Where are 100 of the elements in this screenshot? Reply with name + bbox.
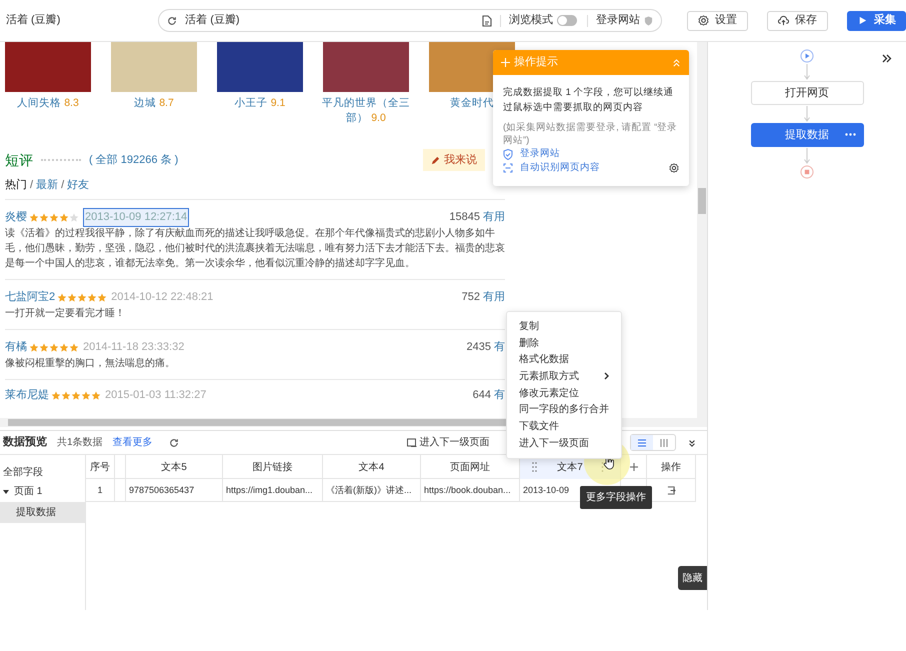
hide-button[interactable]: 隐藏 [678, 566, 707, 590]
menu-item[interactable]: 修改元素定位 [507, 384, 621, 402]
star-icon [51, 390, 61, 400]
vote-count: 752 [462, 290, 480, 306]
pencil-icon [431, 156, 440, 164]
collect-button[interactable]: 采集 [847, 10, 906, 30]
tip-note: (如采集网站数据需要登录, 请配置 “登录网站”) [503, 121, 678, 147]
login-site-link[interactable]: 登录网站 [596, 12, 640, 29]
menu-item[interactable]: 复制 [507, 318, 621, 335]
separator: / [30, 178, 34, 194]
next-level-button[interactable]: 进入下一级页面 [406, 435, 490, 450]
export-icon [666, 486, 676, 495]
chevron-right-icon [604, 372, 609, 380]
book-title[interactable]: 平凡的世界（全三部） 9.0 [316, 96, 416, 126]
star-icon [29, 342, 39, 352]
refresh-icon [168, 438, 179, 448]
star-icon [77, 292, 88, 302]
book-title[interactable]: 边城 8.7 [104, 96, 204, 111]
browse-mode-toggle[interactable] [557, 15, 577, 26]
column-header[interactable]: 文本5 [126, 455, 223, 479]
dotted-divider [41, 159, 81, 161]
menu-item[interactable]: 下载文件 [507, 418, 621, 435]
document-icon [482, 14, 492, 26]
star-icon [69, 342, 79, 352]
filter-tab[interactable]: 好友 [67, 177, 90, 194]
menu-item[interactable]: 元素抓取方式 [507, 368, 621, 385]
window-title: 活着 (豆瓣) [5, 12, 62, 28]
plus-icon [501, 58, 510, 67]
gear-icon [698, 15, 709, 26]
popup-link[interactable]: 登录网站 [520, 147, 560, 162]
add-column-icon [630, 463, 638, 471]
review-text: 像被闷棍重擊的胸口，無法喘息的痛。 [5, 356, 176, 371]
useful-link[interactable]: 有用 [483, 289, 505, 306]
useful-link[interactable]: 有用 [483, 209, 505, 226]
menu-item[interactable]: 同一字段的多行合并 [507, 401, 621, 418]
menu-item[interactable]: 删除 [507, 334, 621, 352]
user-name[interactable]: 莱布尼媞 [5, 387, 49, 404]
book-title[interactable]: 小王子 9.1 [210, 96, 310, 111]
filter-tab[interactable]: 最新 [36, 177, 58, 194]
write-comment-button[interactable]: 我来说 [423, 149, 485, 171]
view-more-link[interactable]: 查看更多 [112, 435, 153, 450]
review-time: 2014-10-12 22:48:21 [111, 290, 214, 306]
save-button[interactable]: 保存 [767, 10, 828, 30]
star-icon [71, 390, 81, 400]
review-time: 2015-01-03 11:32:27 [105, 388, 206, 404]
section-title: 短评 [5, 150, 33, 170]
columns-icon [659, 438, 669, 448]
column-header[interactable]: 图片链接 [223, 455, 323, 479]
table-cell: https://book.douban... [421, 479, 520, 502]
popup-link[interactable]: 自动识别网页内容 [520, 161, 600, 176]
column-header[interactable]: 文本4 [323, 455, 421, 479]
vote-count: 15845 [449, 210, 480, 226]
start-play-icon [800, 49, 814, 63]
user-name[interactable]: 七盐阿宝2 [5, 289, 56, 306]
star-icon [59, 342, 69, 352]
record-count: 共1条数据 [57, 436, 103, 450]
useful-link[interactable]: 有 [494, 387, 505, 404]
star-icon [29, 212, 39, 222]
filter-tab[interactable]: 热门 [5, 177, 27, 194]
star-icon [59, 212, 69, 222]
arrow-down-icon [804, 106, 810, 122]
comment-count[interactable]: ( 全部 192266 条 ) [89, 152, 178, 168]
star-icon [67, 292, 78, 302]
column-header[interactable]: 操作 [647, 455, 696, 479]
scan-icon [503, 162, 513, 174]
address-text: 活着 (豆瓣) [185, 12, 241, 28]
view-mode-button[interactable] [631, 435, 653, 450]
book-title[interactable]: 人间失格 8.3 [0, 96, 98, 111]
star-icon [87, 292, 98, 302]
separator: / [61, 178, 64, 194]
play-icon [857, 15, 868, 26]
menu-item[interactable]: 进入下一级页面 [507, 434, 621, 452]
shield-icon [644, 16, 653, 26]
vote-count: 644 [472, 388, 491, 404]
tree-item[interactable]: 提取数据 [0, 502, 85, 523]
workflow-step[interactable]: 提取数据 [750, 123, 864, 147]
vertical-scrollbar[interactable] [697, 42, 707, 418]
tooltip: 更多字段操作 [580, 486, 652, 509]
popup-title: 操作提示 [514, 55, 559, 70]
star-icon [49, 212, 59, 222]
menu-item[interactable]: 格式化数据 [507, 351, 621, 368]
panel-title: 数据预览 [3, 434, 47, 450]
star-icon [69, 212, 79, 222]
useful-link[interactable]: 有 [494, 339, 505, 356]
workflow-step[interactable]: 打开网页 [750, 81, 864, 105]
user-name[interactable]: 炎樱 [5, 209, 27, 226]
user-name[interactable]: 有橘 [5, 339, 27, 356]
shield-check-icon [503, 148, 513, 160]
star-icon [39, 342, 49, 352]
settings-button[interactable]: 设置 [687, 10, 748, 30]
review-text: 读《活着》的过程我很平静，除了有庆献血而死的描述让我呼吸急促。在那个年代像福贵式的悲剧小人物多如牛毛，他们愚昧，勤劳，坚强，隐忍，他们被时代的洪流裹挟着无法喘息，唯有努力活下去才能活下去。福贵的悲哀是每一个中国人的悲哀，谁都无法幸免。第一次读余华，他看似沉重冷静的描述却字字见血。 [5, 226, 505, 271]
column-header[interactable]: 序号 [86, 455, 115, 479]
tree-item[interactable]: 页面 1 [0, 482, 85, 501]
review-time: 2013-10-09 12:27:14 [83, 208, 190, 227]
table-cell: 9787506365437 [126, 479, 223, 502]
stop-icon [800, 165, 814, 179]
table-cell: https://img1.douban... [223, 479, 323, 502]
star-icon [91, 390, 101, 400]
tree-item[interactable]: 全部字段 [0, 463, 85, 482]
star-icon [39, 212, 49, 222]
